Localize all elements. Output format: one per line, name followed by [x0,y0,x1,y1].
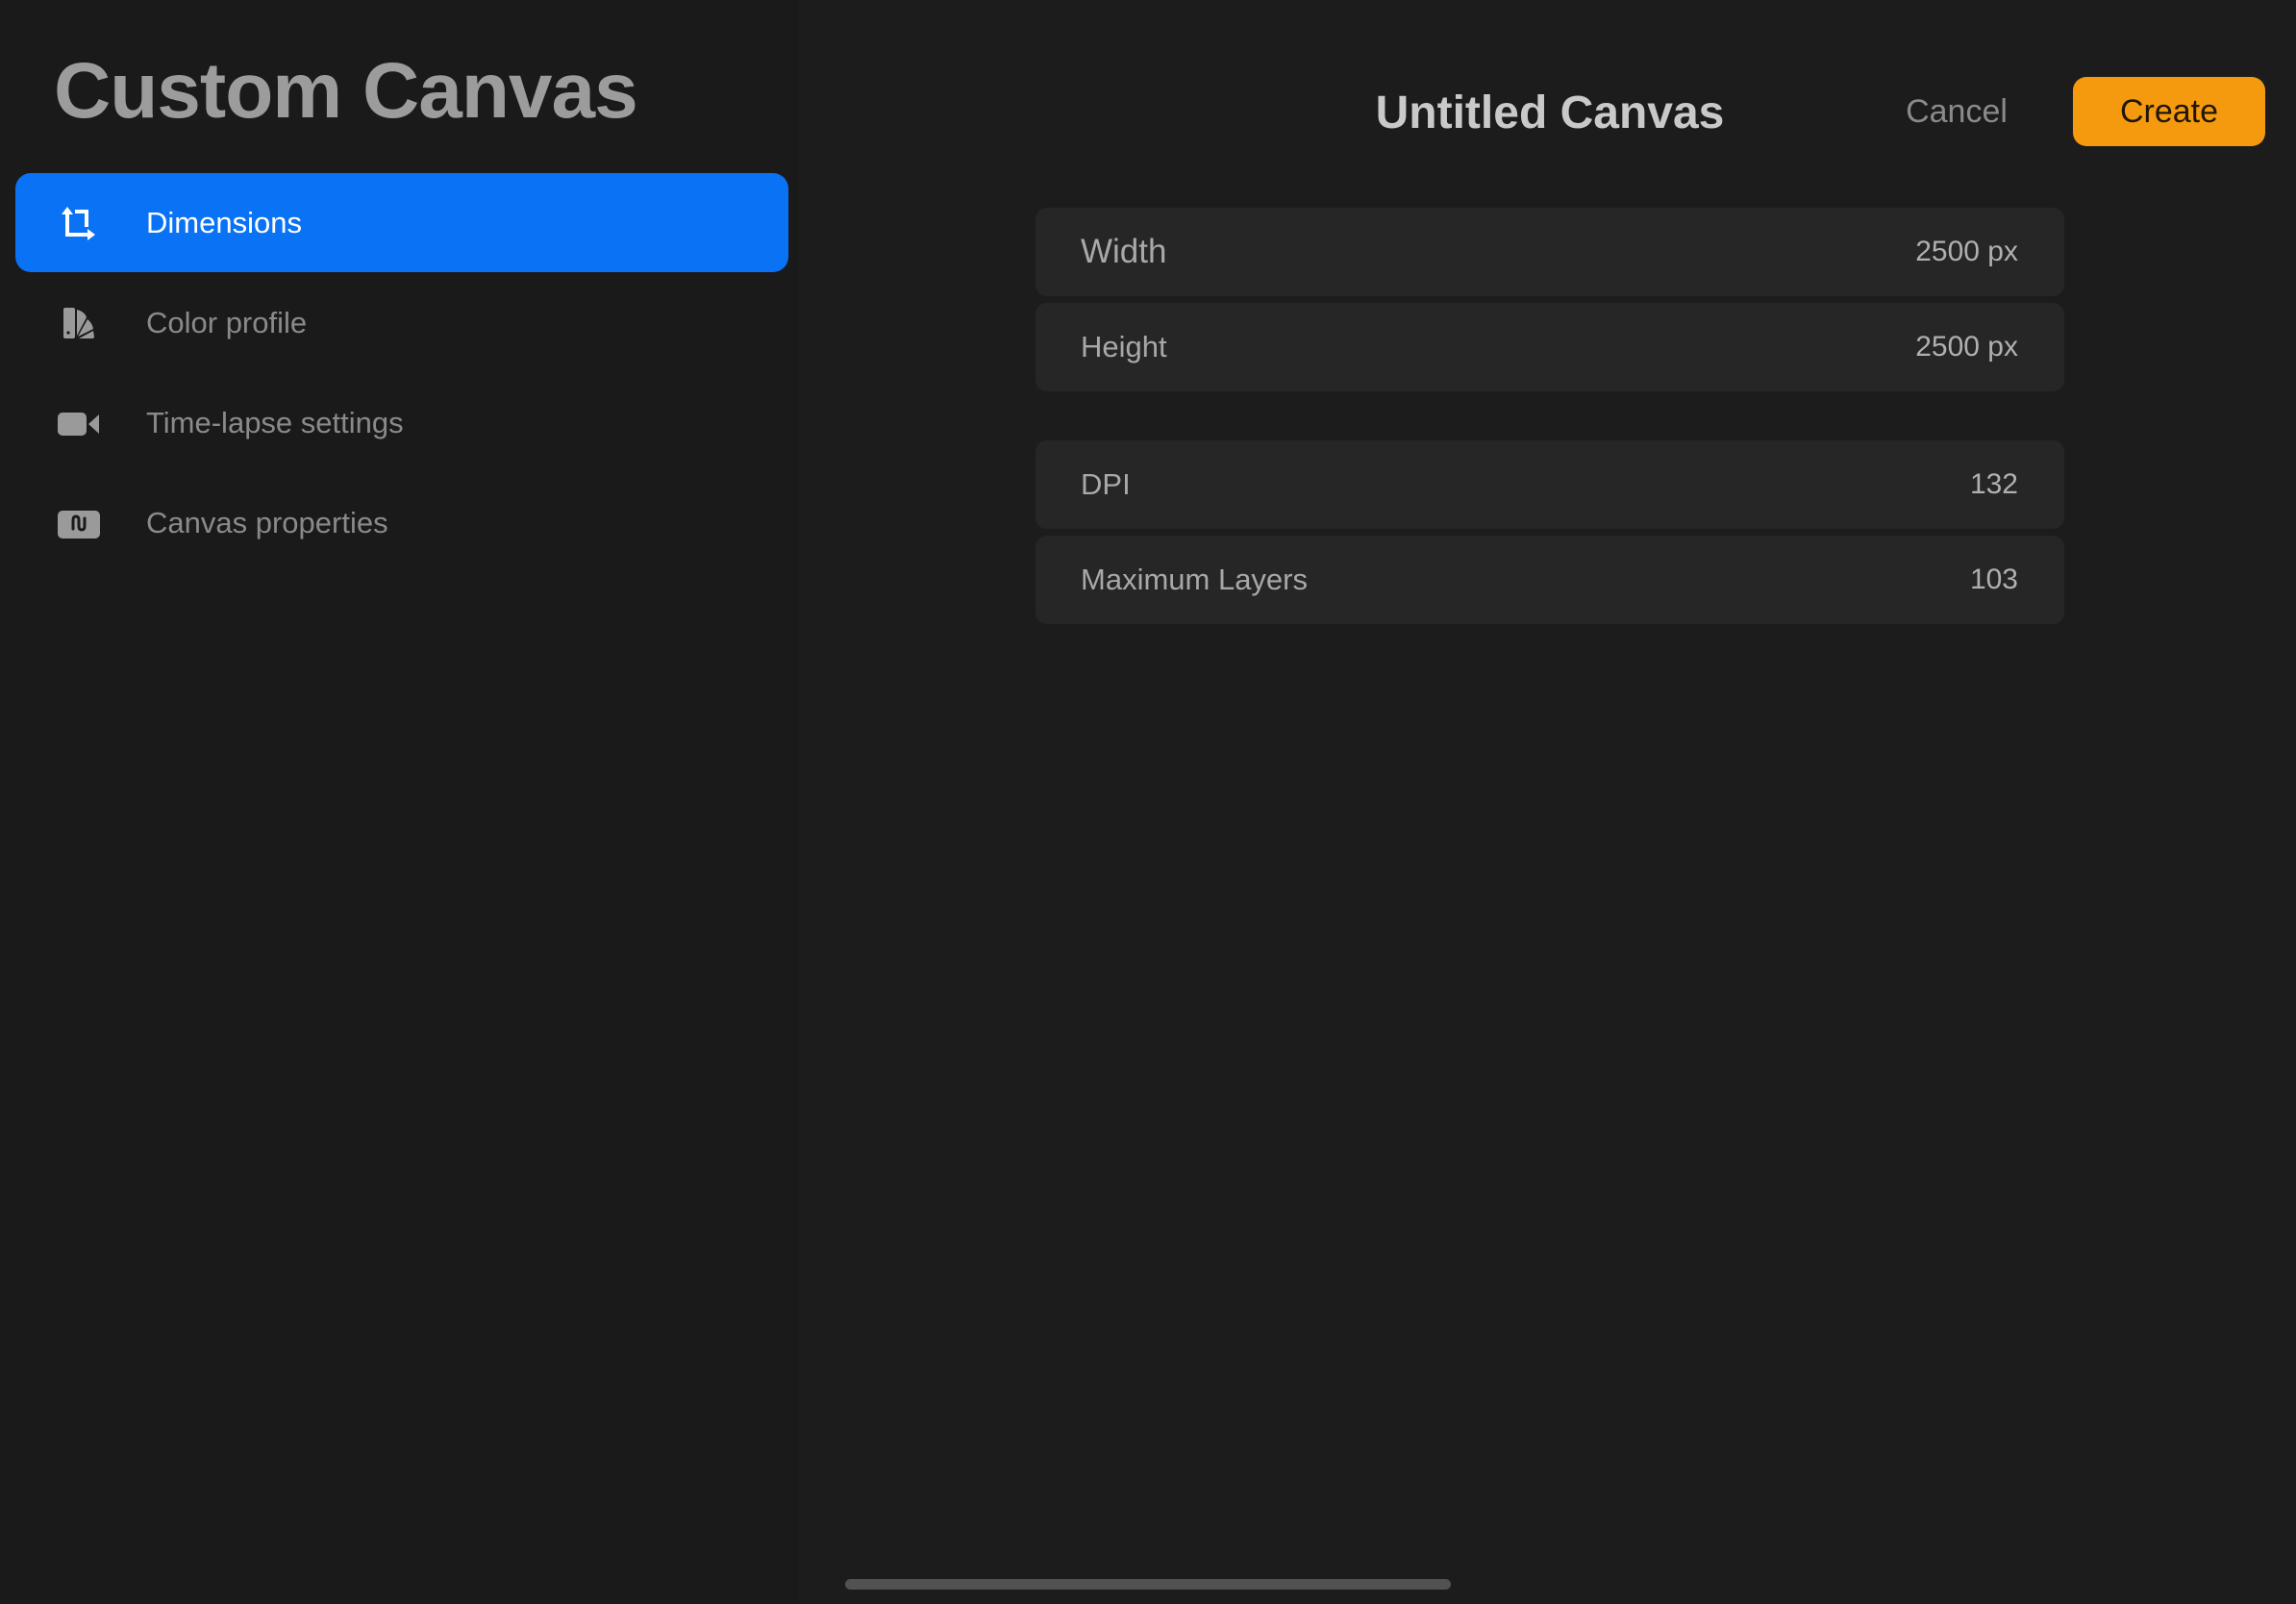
dpi-value[interactable]: 132 [1970,440,2018,529]
create-button-label: Create [2119,92,2219,130]
sidebar-item-time-lapse-settings[interactable]: Time-lapse settings [15,373,788,472]
height-label: Height [1081,330,1167,363]
sidebar-item-dimensions[interactable]: Dimensions [15,173,788,272]
sidebar-item-label: Color profile [146,305,308,339]
sidebar-item-canvas-properties[interactable]: Canvas properties [15,473,788,572]
sidebar-item-label: Dimensions [146,205,302,239]
sidebar-item-label: Canvas properties [146,505,388,539]
dpi-row[interactable]: DPI 132 [1036,440,2064,529]
width-row[interactable]: Width 2500 px [1036,208,2064,296]
canvas-name-title[interactable]: Untitled Canvas [1308,87,1792,140]
page-title: Custom Canvas [54,47,638,135]
video-camera-icon [56,400,102,446]
cancel-button[interactable]: Cancel [1884,90,2029,133]
maximum-layers-label: Maximum Layers [1081,563,1308,596]
canvas-properties-icon [56,500,102,546]
dpi-label: DPI [1081,467,1131,501]
color-profile-icon [56,300,102,346]
height-row[interactable]: Height 2500 px [1036,303,2064,391]
maximum-layers-value: 103 [1969,564,2018,595]
sidebar-item-label: Time-lapse settings [146,405,404,439]
dimensions-icon [56,200,102,246]
height-value[interactable]: 2500 px [1915,303,2018,391]
sidebar-item-color-profile[interactable]: Color profile [15,273,788,372]
sidebar-panel: Custom Canvas Dimensions Color profile T… [0,0,798,1604]
home-indicator[interactable] [845,1579,1451,1590]
maximum-layers-row: Maximum Layers 103 [1036,536,2064,624]
create-button[interactable]: Create [2073,77,2265,146]
width-label: Width [1081,233,1167,270]
width-value[interactable]: 2500 px [1915,208,2018,296]
